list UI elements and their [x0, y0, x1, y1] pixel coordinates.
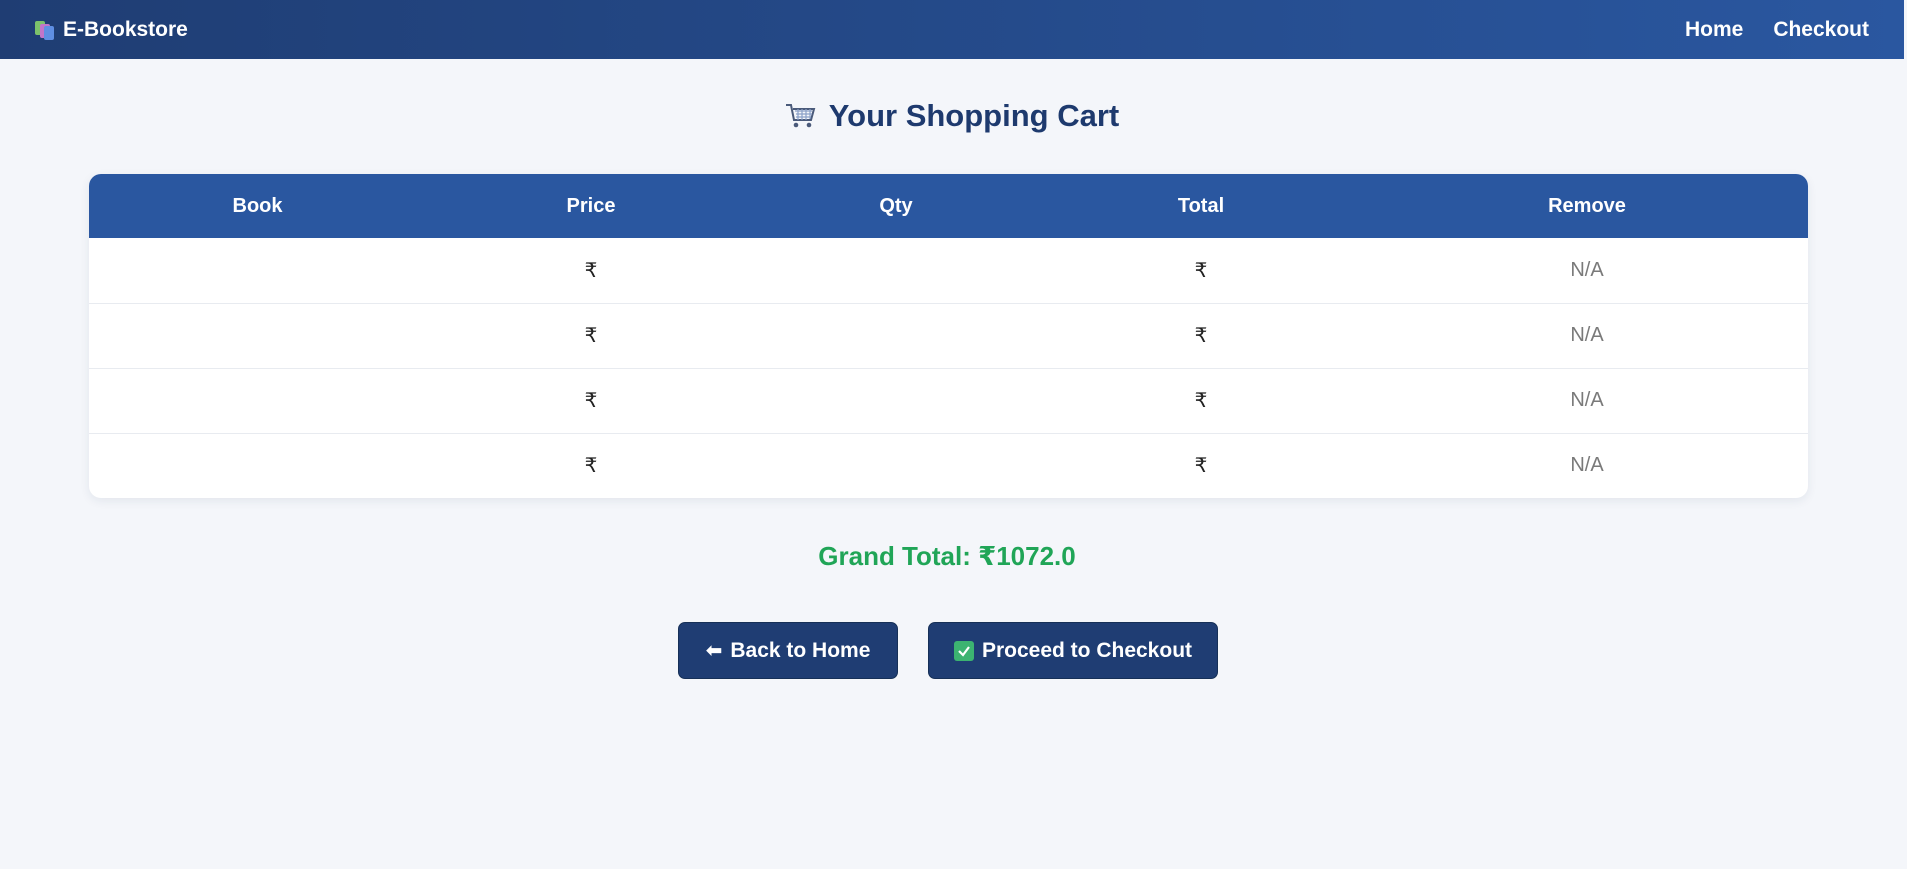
- page-title-text: Your Shopping Cart: [828, 98, 1120, 133]
- cell-price: ₹: [584, 259, 598, 282]
- cell-book: [89, 302, 426, 368]
- nav-link-checkout[interactable]: Checkout: [1773, 18, 1869, 42]
- cell-total: ₹: [1036, 302, 1366, 368]
- cart-table-header: Book Price Qty Total Remove: [89, 174, 1808, 238]
- table-row: ₹ ₹ N/A: [89, 302, 1808, 368]
- shopping-cart-icon: [785, 104, 816, 128]
- column-header-qty: Qty: [879, 194, 913, 217]
- brand[interactable]: E-Bookstore: [35, 18, 188, 42]
- cell-qty: [756, 302, 1036, 368]
- left-arrow-icon: ⬅: [705, 639, 723, 662]
- column-header-total: Total: [1177, 194, 1225, 217]
- nav-link-home[interactable]: Home: [1685, 18, 1743, 42]
- table-row: ₹ ₹ N/A: [89, 367, 1808, 433]
- table-row: ₹ ₹ N/A: [89, 238, 1808, 303]
- cell-price: ₹: [426, 302, 756, 368]
- cell-total: ₹: [1036, 432, 1366, 498]
- grand-total: Grand Total: ₹1072.0: [818, 541, 1076, 571]
- column-header-remove: Remove: [1548, 194, 1626, 217]
- proceed-to-checkout-label: Proceed to Checkout: [981, 638, 1193, 662]
- cell-remove: N/A: [1570, 258, 1604, 281]
- cell-price: ₹: [426, 432, 756, 498]
- column-header-book: Book: [232, 194, 283, 217]
- column-header-price: Price: [566, 194, 616, 217]
- back-to-home-label: Back to Home: [730, 638, 871, 662]
- cell-total: ₹: [1036, 367, 1366, 433]
- cell-total: ₹: [1194, 259, 1208, 282]
- cart-table-card: Book Price Qty Total Remove ₹ ₹ N/A ₹ ₹ …: [89, 174, 1808, 498]
- nav-links: Home Checkout: [1685, 18, 1869, 42]
- cart-actions: ⬅ Back to Home Proceed to Checkout: [678, 622, 1218, 679]
- cell-qty: [756, 367, 1036, 433]
- cell-price: ₹: [426, 367, 756, 433]
- cell-remove: N/A: [1366, 432, 1808, 498]
- cell-qty: [756, 432, 1036, 498]
- brand-name: E-Bookstore: [63, 17, 188, 41]
- cell-remove: N/A: [1366, 302, 1808, 368]
- cell-book: [89, 367, 426, 433]
- cell-book: [89, 432, 426, 498]
- top-navbar: E-Bookstore Home Checkout: [0, 0, 1904, 59]
- table-row: ₹ ₹ N/A: [89, 432, 1808, 498]
- check-mark-icon: [953, 640, 974, 661]
- page-title: Your Shopping Cart: [0, 98, 1904, 134]
- back-to-home-button[interactable]: ⬅ Back to Home: [678, 622, 898, 679]
- cell-remove: N/A: [1366, 367, 1808, 433]
- books-icon: [35, 20, 55, 40]
- proceed-to-checkout-button[interactable]: Proceed to Checkout: [928, 622, 1218, 679]
- cell-qty: [756, 238, 1036, 303]
- cell-book: [89, 238, 426, 303]
- cart-table: Book Price Qty Total Remove ₹ ₹ N/A ₹ ₹ …: [89, 174, 1808, 498]
